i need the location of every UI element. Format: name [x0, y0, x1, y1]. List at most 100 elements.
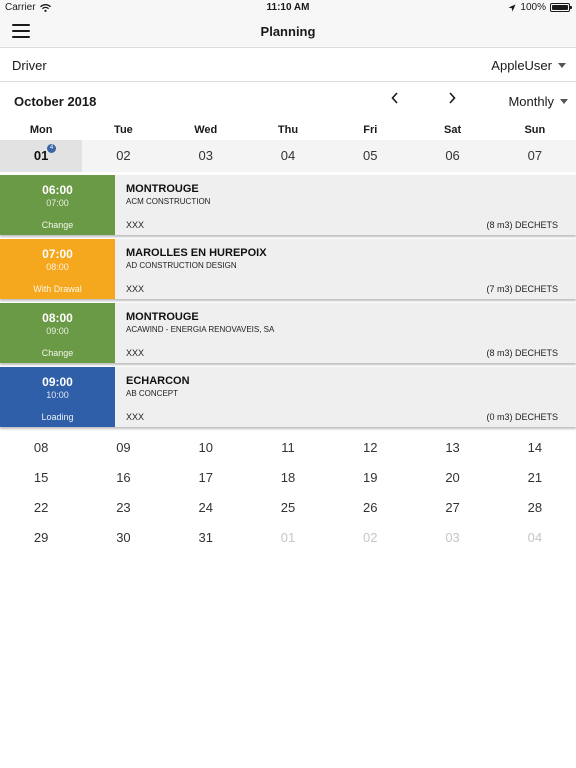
calendar-day[interactable]: 23	[82, 493, 164, 523]
battery-percent: 100%	[520, 2, 546, 13]
event-type: Change	[41, 220, 74, 230]
calendar-day[interactable]: 06	[411, 140, 493, 172]
view-mode-dropdown[interactable]: Monthly	[508, 94, 568, 109]
status-right: 100%	[508, 2, 572, 13]
weekday-label: Thu	[277, 124, 299, 136]
weekday-label: Wed	[194, 124, 218, 136]
calendar-day[interactable]: 16	[82, 463, 164, 493]
event-type: With Drawal	[33, 284, 82, 294]
event-company: ACM CONSTRUCTION	[126, 197, 211, 206]
weekday-label: Tue	[114, 124, 133, 136]
week-row: 08 09 10 11 12 13 14	[0, 433, 576, 463]
calendar-day[interactable]: 14	[494, 433, 576, 463]
event-card[interactable]: 06:00 07:00 Change MONTROUGE ACM CONSTRU…	[0, 175, 576, 235]
calendar-day[interactable]: 05	[329, 140, 411, 172]
calendar-day-next-month[interactable]: 02	[329, 523, 411, 553]
event-reference: XXX	[126, 412, 145, 422]
event-volume: (8 m3) DECHETS	[486, 348, 558, 358]
event-city: MONTROUGE	[126, 183, 199, 195]
calendar-day-next-month[interactable]: 01	[247, 523, 329, 553]
calendar-day[interactable]: 15	[0, 463, 82, 493]
calendar-day[interactable]: 12	[329, 433, 411, 463]
calendar-day[interactable]: 26	[329, 493, 411, 523]
navigation-bar: Planning	[0, 16, 576, 48]
calendar-day[interactable]: 21	[494, 463, 576, 493]
event-company: AD CONSTRUCTION DESIGN	[126, 261, 237, 270]
calendar-day[interactable]: 24	[165, 493, 247, 523]
chevron-right-icon	[449, 92, 456, 104]
calendar-day[interactable]: 28	[494, 493, 576, 523]
chevron-left-icon	[391, 92, 398, 104]
weekday-label: Sun	[524, 124, 546, 136]
calendar-day[interactable]: 29	[0, 523, 82, 553]
menu-line	[12, 24, 30, 26]
user-dropdown[interactable]: AppleUser	[491, 58, 566, 73]
hamburger-menu-icon[interactable]	[12, 24, 30, 38]
week-row: 15 16 17 18 19 20 21	[0, 463, 576, 493]
event-volume: (8 m3) DECHETS	[486, 220, 558, 230]
event-reference: XXX	[126, 220, 145, 230]
event-end-time: 07:00	[46, 198, 69, 208]
menu-line	[12, 30, 30, 32]
event-time-block: 06:00 07:00 Change	[0, 175, 115, 235]
weekday-header: Mon Tue Wed Thu Fri Sat Sun	[0, 120, 576, 140]
event-start-time: 07:00	[42, 247, 73, 261]
calendar-day[interactable]: 31	[165, 523, 247, 553]
day-number: 01	[33, 148, 49, 163]
calendar-day[interactable]: 17	[165, 463, 247, 493]
calendar-grid: 08 09 10 11 12 13 14 15 16 17 18 19 20 2…	[0, 433, 576, 553]
calendar-day-next-month[interactable]: 04	[494, 523, 576, 553]
month-title: October 2018	[14, 94, 97, 109]
calendar-day[interactable]: 20	[411, 463, 493, 493]
calendar-day[interactable]: 13	[411, 433, 493, 463]
battery-level	[552, 5, 568, 10]
calendar-day[interactable]: 04	[247, 140, 329, 172]
event-volume: (0 m3) DECHETS	[486, 412, 558, 422]
calendar-day[interactable]: 25	[247, 493, 329, 523]
event-card[interactable]: 09:00 10:00 Loading ECHARCON AB CONCEPT …	[0, 367, 576, 427]
calendar-day-selected[interactable]: 01 4	[0, 140, 83, 172]
next-month-button[interactable]	[445, 92, 459, 108]
calendar-day[interactable]: 11	[247, 433, 329, 463]
event-reference: XXX	[126, 284, 145, 294]
weekday-label: Mon	[29, 124, 53, 136]
event-company: ACAWIND - ENERGIA RENOVAVEIS, SA	[126, 325, 275, 334]
chevron-down-icon	[560, 99, 568, 104]
calendar-day[interactable]: 09	[82, 433, 164, 463]
event-list: 06:00 07:00 Change MONTROUGE ACM CONSTRU…	[0, 175, 576, 431]
status-bar: Carrier 11:10 AM 100%	[0, 0, 576, 16]
event-time-block: 09:00 10:00 Loading	[0, 367, 115, 427]
calendar-day[interactable]: 02	[82, 140, 164, 172]
calendar-day[interactable]: 27	[411, 493, 493, 523]
event-end-time: 09:00	[46, 326, 69, 336]
event-start-time: 06:00	[42, 183, 73, 197]
event-company: AB CONCEPT	[126, 389, 179, 398]
calendar-day[interactable]: 08	[0, 433, 82, 463]
menu-line	[12, 36, 30, 38]
calendar-day[interactable]: 10	[165, 433, 247, 463]
event-type: Change	[41, 348, 74, 358]
calendar-day[interactable]: 30	[82, 523, 164, 553]
calendar-day-next-month[interactable]: 03	[411, 523, 493, 553]
event-details: MONTROUGE ACM CONSTRUCTION XXX (8 m3) DE…	[115, 175, 576, 235]
weekday-label: Sat	[443, 124, 462, 136]
event-details: ECHARCON AB CONCEPT XXX (0 m3) DECHETS	[115, 367, 576, 427]
calendar-day[interactable]: 22	[0, 493, 82, 523]
calendar-day[interactable]: 18	[247, 463, 329, 493]
view-mode-label: Monthly	[508, 94, 554, 109]
calendar-day[interactable]: 19	[329, 463, 411, 493]
event-details: MAROLLES EN HUREPOIX AD CONSTRUCTION DES…	[115, 239, 576, 299]
location-arrow-icon	[508, 4, 516, 11]
event-card[interactable]: 07:00 08:00 With Drawal MAROLLES EN HURE…	[0, 239, 576, 299]
event-card[interactable]: 08:00 09:00 Change MONTROUGE ACAWIND - E…	[0, 303, 576, 363]
week-row: 29 30 31 01 02 03 04	[0, 523, 576, 553]
calendar-day[interactable]: 03	[165, 140, 247, 172]
event-reference: XXX	[126, 348, 145, 358]
calendar-day[interactable]: 07	[494, 140, 576, 172]
event-city: ECHARCON	[126, 375, 190, 387]
week-row: 22 23 24 25 26 27 28	[0, 493, 576, 523]
chevron-down-icon	[558, 63, 566, 68]
user-name: AppleUser	[491, 58, 552, 73]
driver-row: Driver AppleUser	[0, 48, 576, 82]
previous-month-button[interactable]	[388, 92, 402, 108]
